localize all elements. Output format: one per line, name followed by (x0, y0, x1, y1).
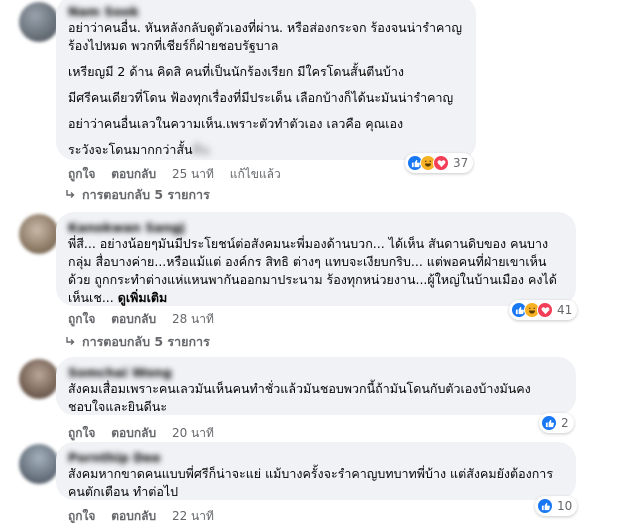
avatar[interactable] (19, 359, 59, 399)
like-button[interactable]: ถูกใจ (68, 426, 95, 440)
view-replies-link[interactable]: การตอบกลับ 5 รายการ (66, 185, 210, 205)
comment-text-line: มีศรีคนเดียวที่โดน ฟ้องทุกเรื่องที่มีประ… (68, 90, 454, 105)
comment-actions: ถูกใจ ตอบกลับ 22 นาที (68, 507, 226, 523)
comment-author[interactable]: Nam Sook (68, 4, 464, 19)
view-replies-link[interactable]: การตอบกลับ 5 รายการ (66, 332, 210, 352)
comment-bubble: Nam Sook อย่าว่าคนอื่น. หันหลังกลับดูตัว… (56, 0, 476, 160)
comment-text-line: เห็นเช... ดูเพิ่มเติม (68, 289, 564, 307)
comment-timestamp[interactable]: 20 นาที (172, 426, 214, 440)
like-button[interactable]: ถูกใจ (68, 509, 95, 523)
comment-author[interactable]: Somchai Wong (68, 365, 564, 380)
edited-label[interactable]: แก้ไขแล้ว (230, 167, 281, 181)
reaction-summary[interactable]: 10 (535, 496, 578, 516)
comment-text-line: อย่าว่าคนอื่นเลวในความเห็น.เพราะตัวทำตัว… (68, 116, 404, 131)
comment-text-line: ร้องไปหมด พวกที่เชียร์ก็ฝ่ายชอบรัฐบาล (68, 38, 279, 53)
comment-text-line: ด้วย ถูกกระทำต่างแห่แหนพากันออกมาประนาม … (68, 272, 557, 287)
comment-bubble: Kanokwan Sangj พี่สี... อย่างน้อยๆมันมีป… (56, 212, 576, 306)
thumbs-up-icon (541, 415, 557, 431)
comment-text-line: เหรียญมี 2 ด้าน คิดสิ คนที่เป็นนักร้องเร… (68, 64, 404, 79)
reply-arrow-icon (66, 334, 76, 349)
comment-author[interactable]: Kanokwan Sangj (68, 220, 564, 235)
like-button[interactable]: ถูกใจ (68, 312, 95, 326)
comment-text-line: อย่าว่าคนอื่น. หันหลังกลับดูตัวเองที่ผ่า… (68, 20, 463, 35)
avatar[interactable] (19, 444, 59, 484)
reply-arrow-icon (66, 187, 76, 202)
comment-timestamp[interactable]: 22 นาที (172, 509, 214, 523)
avatar[interactable] (19, 2, 59, 42)
comment-timestamp[interactable]: 28 นาที (172, 312, 214, 326)
comment-text-line: คนตักเตือน ทำต่อไป (68, 484, 179, 499)
comment-text-line: พี่สี... อย่างน้อยๆมันมีประโยชน์ต่อสังคม… (68, 236, 549, 251)
reply-button[interactable]: ตอบกลับ (111, 509, 156, 523)
comment-actions: ถูกใจ ตอบกลับ 28 นาที (68, 310, 226, 329)
reply-button[interactable]: ตอบกลับ (111, 426, 156, 440)
reaction-count: 10 (557, 499, 573, 513)
thumbs-up-icon (537, 498, 553, 514)
blurred-text: ตีน (192, 142, 210, 157)
comment-text-fragment: เห็นเช... (68, 290, 114, 305)
see-more-link[interactable]: ดูเพิ่มเติม (118, 290, 168, 305)
reaction-count: 41 (557, 303, 573, 317)
comment-text-fragment: ระวังจะโดนมากกว่าสั้น (68, 142, 193, 157)
comment-author[interactable]: Pornthip Dee (68, 450, 564, 465)
comment-text-line: กลุ่ม สื่อบางค่าย...หรือแม้แต่ องค์กร สิ… (68, 254, 547, 269)
reaction-summary[interactable]: 37 (405, 153, 474, 173)
comment-actions: ถูกใจ ตอบกลับ 20 นาที (68, 424, 226, 443)
reaction-summary[interactable]: 41 (509, 300, 578, 320)
avatar[interactable] (19, 214, 59, 254)
heart-icon (433, 155, 449, 171)
replies-label[interactable]: การตอบกลับ 5 รายการ (82, 187, 210, 202)
reaction-count: 37 (453, 156, 469, 170)
reaction-summary[interactable]: 2 (539, 413, 574, 433)
comment-timestamp[interactable]: 25 นาที (172, 167, 214, 181)
like-button[interactable]: ถูกใจ (68, 167, 95, 181)
comment-text-line: ชอบใจและยินดีนะ (68, 399, 168, 414)
replies-label[interactable]: การตอบกลับ 5 รายการ (82, 334, 210, 349)
reaction-count: 2 (561, 416, 569, 430)
comment-actions: ถูกใจ ตอบกลับ 25 นาที แก้ไขแล้ว (68, 165, 293, 184)
reply-button[interactable]: ตอบกลับ (111, 167, 156, 181)
heart-icon (537, 302, 553, 318)
comment-text-line: สังคมหากขาดคนแบบพี่ศรีก็น่าจะแย่ แม้บางค… (68, 466, 554, 481)
reply-button[interactable]: ตอบกลับ (111, 312, 156, 326)
comment-text-line: สังคมเสื่อมเพราะคนเลวมันเห็นคนทำชั่วแล้ว… (68, 381, 531, 396)
comment-text-line: ระวังจะโดนมากกว่าสั้นตีน (68, 141, 464, 159)
comment-bubble: Pornthip Dee สังคมหากขาดคนแบบพี่ศรีก็น่า… (56, 442, 576, 500)
comment-bubble: Somchai Wong สังคมเสื่อมเพราะคนเลวมันเห็… (56, 357, 576, 415)
